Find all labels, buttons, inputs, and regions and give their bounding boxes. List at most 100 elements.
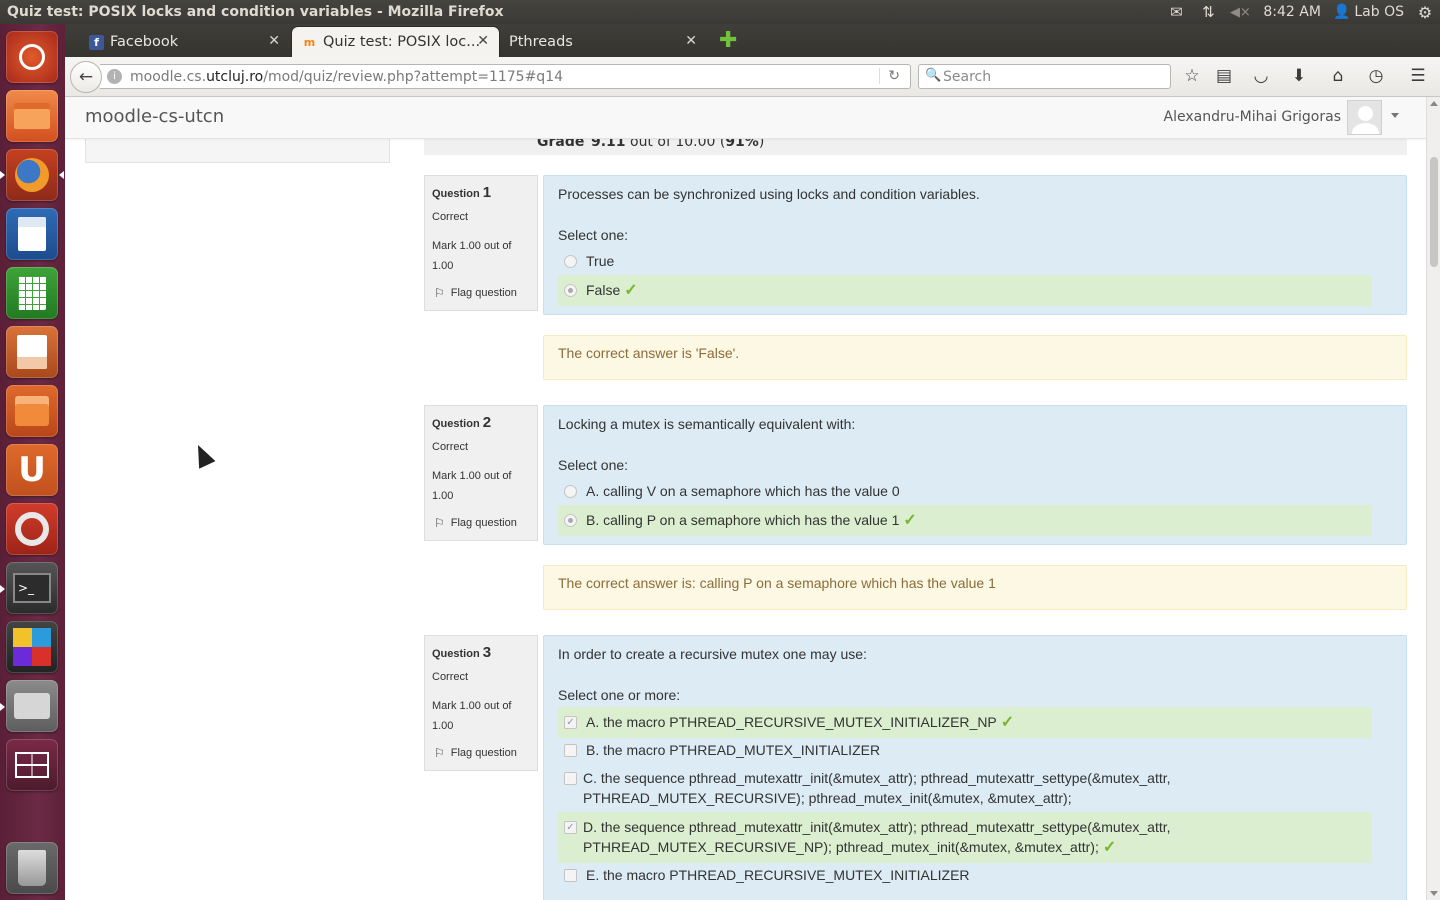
- question-content: Locking a mutex is semantically equivale…: [543, 405, 1407, 545]
- bookmark-star-icon[interactable]: ☆: [1180, 66, 1204, 86]
- running-indicator: [0, 171, 5, 179]
- question-info: Question 3 Correct Mark 1.00 out of 1.00…: [424, 635, 538, 771]
- option-text: B. the macro PTHREAD_MUTEX_INITIALIZER: [586, 742, 881, 758]
- answer-option[interactable]: ✓ A. the macro PTHREAD_RECURSIVE_MUTEX_I…: [558, 707, 1372, 738]
- new-tab-icon[interactable]: ✚: [719, 30, 737, 52]
- info-icon[interactable]: i: [107, 69, 122, 84]
- option-text: A. the macro PTHREAD_RECURSIVE_MUTEX_INI…: [586, 714, 997, 730]
- files-icon[interactable]: [6, 90, 58, 142]
- scrollbar-thumb[interactable]: [1430, 157, 1438, 267]
- history-icon[interactable]: ◷: [1364, 66, 1388, 86]
- search-input[interactable]: 🔍 Search: [918, 64, 1171, 89]
- checkmark-icon: ✓: [903, 512, 917, 529]
- url-bar[interactable]: i moodle.cs. utcluj.ro/mod/quiz/review.ph…: [100, 64, 911, 89]
- question-content: In order to create a recursive mutex one…: [543, 635, 1407, 900]
- color-app-icon[interactable]: [6, 621, 58, 673]
- mail-icon[interactable]: ✉: [1159, 0, 1193, 24]
- question-number: Question 1: [432, 184, 491, 201]
- search-placeholder: Search: [943, 68, 992, 85]
- flag-label: Flag question: [450, 517, 517, 529]
- reading-list-icon[interactable]: ▤: [1212, 66, 1236, 86]
- answer-option[interactable]: E. the macro PTHREAD_RECURSIVE_MUTEX_INI…: [558, 860, 1372, 890]
- radio-button[interactable]: [564, 284, 577, 297]
- flag-question-button[interactable]: ⚐ Flag question: [434, 516, 517, 530]
- ubuntu-dash-icon[interactable]: [6, 31, 58, 83]
- checkbox[interactable]: ✓: [564, 821, 577, 834]
- flag-icon: ⚐: [434, 746, 445, 760]
- close-icon[interactable]: ✕: [685, 33, 697, 49]
- close-icon[interactable]: ✕: [477, 33, 489, 49]
- clock[interactable]: 8:42 AM: [1257, 0, 1327, 24]
- answer-option[interactable]: B. calling P on a semaphore which has th…: [558, 505, 1372, 536]
- nav-toolbar: i moodle.cs. utcluj.ro/mod/quiz/review.ph…: [65, 57, 1440, 97]
- checkbox[interactable]: [564, 869, 577, 882]
- reload-icon[interactable]: ↻: [879, 68, 900, 84]
- flag-question-button[interactable]: ⚐ Flag question: [434, 286, 517, 300]
- vertical-scrollbar[interactable]: [1426, 97, 1440, 900]
- question-state: Correct: [432, 671, 469, 683]
- moodle-icon: m: [303, 35, 316, 49]
- home-icon[interactable]: ⌂: [1326, 66, 1350, 86]
- checkbox[interactable]: ✓: [564, 716, 577, 729]
- question-mark: Mark 1.00 out of 1.00: [432, 470, 512, 502]
- answer-option[interactable]: False ✓: [558, 275, 1372, 306]
- window-title: Quiz test: POSIX locks and condition var…: [7, 4, 504, 20]
- tab-quiz[interactable]: m Quiz test: POSIX loc... ✕: [292, 27, 499, 57]
- option-text: C. the sequence pthread_mutexattr_init(&…: [583, 770, 1171, 806]
- answer-prompt: Select one:: [558, 457, 629, 473]
- avatar[interactable]: [1347, 100, 1382, 135]
- question-state: Correct: [432, 441, 469, 453]
- scroll-down-icon[interactable]: [1430, 891, 1438, 896]
- gear-icon[interactable]: ⚙: [1410, 0, 1440, 24]
- answer-option[interactable]: C. the sequence pthread_mutexattr_init(&…: [558, 763, 1372, 813]
- back-button[interactable]: ←: [70, 61, 102, 93]
- checkmark-icon: ✓: [1102, 839, 1117, 856]
- radio-button[interactable]: [564, 514, 577, 527]
- question-info: Question 1 Correct Mark 1.00 out of 1.00…: [424, 175, 538, 311]
- answer-option[interactable]: ✓ D. the sequence pthread_mutexattr_init…: [558, 812, 1372, 863]
- moodle-navbar: moodle-cs-utcn Alexandru-Mihai Grigoras: [65, 97, 1426, 139]
- user-name[interactable]: Alexandru-Mihai Grigoras: [1164, 109, 1341, 125]
- firefox-icon[interactable]: [6, 149, 58, 201]
- ubuntu-one-icon[interactable]: U: [6, 444, 58, 496]
- impress-icon[interactable]: [6, 326, 58, 378]
- scroll-up-icon[interactable]: [1430, 101, 1438, 106]
- user-menu[interactable]: 👤 Lab OS: [1327, 0, 1410, 24]
- close-icon[interactable]: ✕: [268, 33, 280, 49]
- running-indicator: [0, 703, 5, 711]
- flag-question-button[interactable]: ⚐ Flag question: [434, 746, 517, 760]
- active-indicator: [59, 171, 64, 179]
- writer-icon[interactable]: [6, 208, 58, 260]
- network-icon[interactable]: ⇅: [1193, 0, 1223, 24]
- question-label: Question: [432, 418, 480, 430]
- terminal-icon[interactable]: >_: [6, 562, 58, 614]
- calc-icon[interactable]: [6, 267, 58, 319]
- radio-button[interactable]: [564, 255, 577, 268]
- answer-option[interactable]: B. the macro PTHREAD_MUTEX_INITIALIZER: [558, 735, 1372, 765]
- option-text: B. calling P on a semaphore which has th…: [586, 512, 900, 528]
- menu-icon[interactable]: ☰: [1406, 66, 1430, 86]
- pocket-icon[interactable]: ◡: [1249, 66, 1273, 86]
- system-top-bar: Quiz test: POSIX locks and condition var…: [0, 0, 1440, 24]
- answer-option[interactable]: True: [558, 246, 1372, 276]
- trash-icon[interactable]: [6, 842, 58, 894]
- tab-facebook[interactable]: f Facebook ✕: [65, 27, 290, 57]
- settings-icon[interactable]: [6, 503, 58, 555]
- software-center-icon[interactable]: [6, 385, 58, 437]
- option-text: D. the sequence pthread_mutexattr_init(&…: [583, 819, 1171, 855]
- printer-app-icon[interactable]: [6, 680, 58, 732]
- checkbox[interactable]: [564, 772, 577, 785]
- feedback-box: The correct answer is 'False'.: [543, 335, 1407, 380]
- checkbox[interactable]: [564, 744, 577, 757]
- site-brand[interactable]: moodle-cs-utcn: [85, 106, 224, 127]
- volume-muted-icon[interactable]: ◀×: [1223, 0, 1257, 24]
- chevron-down-icon[interactable]: [1391, 113, 1399, 118]
- feedback-box: The correct answer is: calling P on a se…: [543, 565, 1407, 610]
- answer-option[interactable]: A. calling V on a semaphore which has th…: [558, 476, 1372, 506]
- tab-pthreads[interactable]: Pthreads ✕: [501, 27, 707, 57]
- url-prefix: moodle.cs.: [130, 68, 207, 85]
- download-icon[interactable]: ⬇: [1287, 66, 1311, 86]
- url-path: /mod/quiz/review.php?attempt=1175#q14: [263, 68, 564, 85]
- workspace-switcher-icon[interactable]: [6, 739, 58, 791]
- radio-button[interactable]: [564, 485, 577, 498]
